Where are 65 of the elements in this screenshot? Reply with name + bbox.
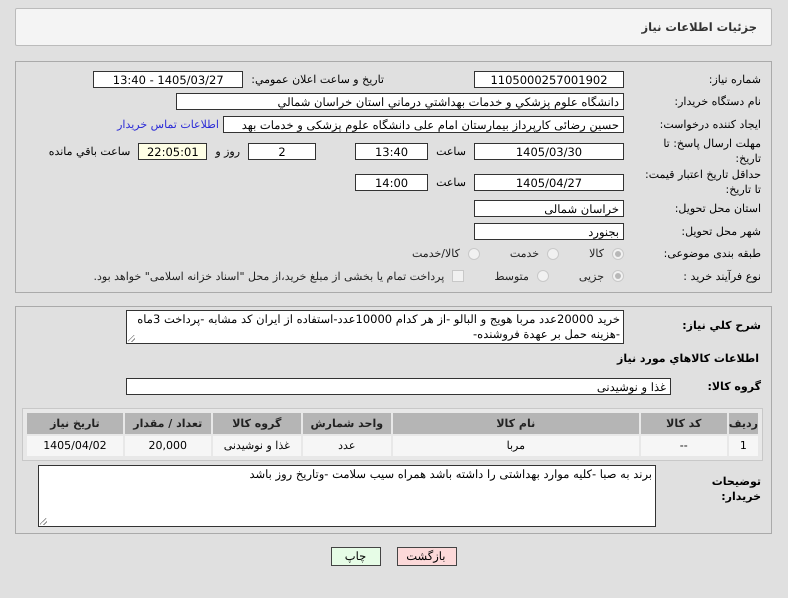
page-title: جزئیات اطلاعات نیاز — [641, 20, 757, 34]
table-cell: 1405/04/02 — [27, 436, 123, 456]
option-label: جزیی — [578, 270, 604, 283]
table-cell: 20,000 — [124, 436, 211, 456]
option-label: کالا — [589, 247, 604, 260]
days-label: روز و — [215, 144, 240, 158]
province-field: خراسان شمالی — [474, 200, 624, 218]
field-label: استان محل تحویل: — [674, 201, 762, 216]
radio-button[interactable] — [536, 270, 549, 282]
table-cell: -- — [640, 436, 727, 456]
table-cell: 1 — [728, 436, 758, 456]
buyer-org-field: دانشگاه علوم پزشكي و خدمات بهداشتي درماني استان خراسان شمالي — [176, 93, 624, 110]
goods-group-field: غذا و نوشیدنی — [126, 378, 671, 395]
field-label: شرح کلي نیاز: — [681, 318, 762, 332]
time-label: ساعت — [436, 176, 466, 188]
requester-field: حسین رضائی کارپرداز بیمارستان امام علی دانشگاه علوم پزشکی و خدمات بهد — [223, 116, 624, 133]
column-header: تعداد / مقدار — [124, 412, 211, 434]
field-label: گروه کالا: — [706, 379, 762, 394]
remaining-label: ساعت باقي مانده — [48, 144, 130, 158]
section-heading: اطلاعات کالاهاي مورد نیاز — [616, 350, 760, 367]
buyer-contact-link[interactable]: اطلاعات تماس خریدار — [117, 118, 219, 131]
radio-button[interactable] — [547, 248, 560, 260]
deadline-time-field: 13:40 — [355, 142, 428, 160]
field-label: طبقه بندی موضوعی: — [662, 246, 762, 262]
column-header: تاریخ نیاز — [27, 412, 123, 434]
option-label: متوسط — [494, 270, 529, 283]
field-label: ایجاد کننده درخواست: — [658, 116, 762, 132]
radio-button[interactable] — [468, 248, 480, 260]
validity-time-field: 14:00 — [355, 174, 428, 190]
action-button[interactable]: بازگشت — [396, 546, 456, 566]
description-field: خرید 20000عدد مربا هویج و البالو -از هر کدام 10000عدد-استفاده از ایران کد مشابه -پرداخت 3ماه -هزینه حمل بر عهدة فروشنده- — [126, 310, 624, 344]
radio-button[interactable] — [612, 270, 624, 282]
remaining-time-field: 22:05:01 — [138, 142, 208, 160]
announce-date-field: 1405/03/27 - 13:40 — [93, 70, 244, 88]
deadline-date-field: 1405/03/30 — [474, 142, 624, 160]
field-label: شماره نیاز: — [708, 72, 762, 87]
need-number-field: 1105000257001902 — [474, 70, 624, 88]
days-field: 2 — [248, 142, 316, 160]
field-label: نام دستگاه خریدار: — [673, 94, 762, 110]
field-label: نوع فرآیند خرید : — [682, 268, 762, 284]
table-cell: عدد — [302, 436, 391, 456]
payment-note: پرداخت تمام یا بخشی از مبلغ خرید،از محل "اسناد خزانه اسلامی" خواهد بود. — [94, 270, 444, 283]
radio-button[interactable] — [612, 248, 624, 260]
column-header: گروه کالا — [212, 412, 301, 434]
table-cell: مربا — [392, 436, 639, 456]
validity-date-field: 1405/04/27 — [474, 174, 624, 190]
field-label: شهر محل تحویل: — [680, 224, 762, 239]
field-label: تاریخ و ساعت اعلان عمومي: — [251, 72, 384, 86]
resize-grip-icon — [40, 518, 47, 524]
time-label: ساعت — [436, 144, 466, 158]
field-label: توضیحات خریدار: — [710, 474, 762, 504]
column-header: نام کالا — [392, 412, 639, 434]
option-label: کالا/خدمت — [412, 247, 460, 260]
column-header: ردیف — [728, 412, 758, 434]
action-button[interactable]: چاپ — [330, 546, 380, 566]
field-label: حداقل تاریخ اعتبار قیمت: تا تاریخ: — [644, 167, 762, 197]
resize-grip-icon — [128, 334, 135, 342]
option-label: خدمت — [510, 247, 540, 260]
column-header: واحد شمارش — [302, 412, 391, 434]
checkbox[interactable] — [452, 270, 464, 282]
column-header: کد کالا — [640, 412, 727, 434]
field-label: مهلت ارسال پاسخ: تا تاریخ: — [662, 136, 762, 166]
table-cell: غذا و نوشیدنی — [212, 436, 301, 456]
city-field: بجنورد — [474, 222, 624, 240]
buyer-notes-field: برند به صبا -کلیه موارد بهداشتی را داشته باشد همراه سیب سلامت -وتاریخ روز باشد — [38, 464, 656, 526]
